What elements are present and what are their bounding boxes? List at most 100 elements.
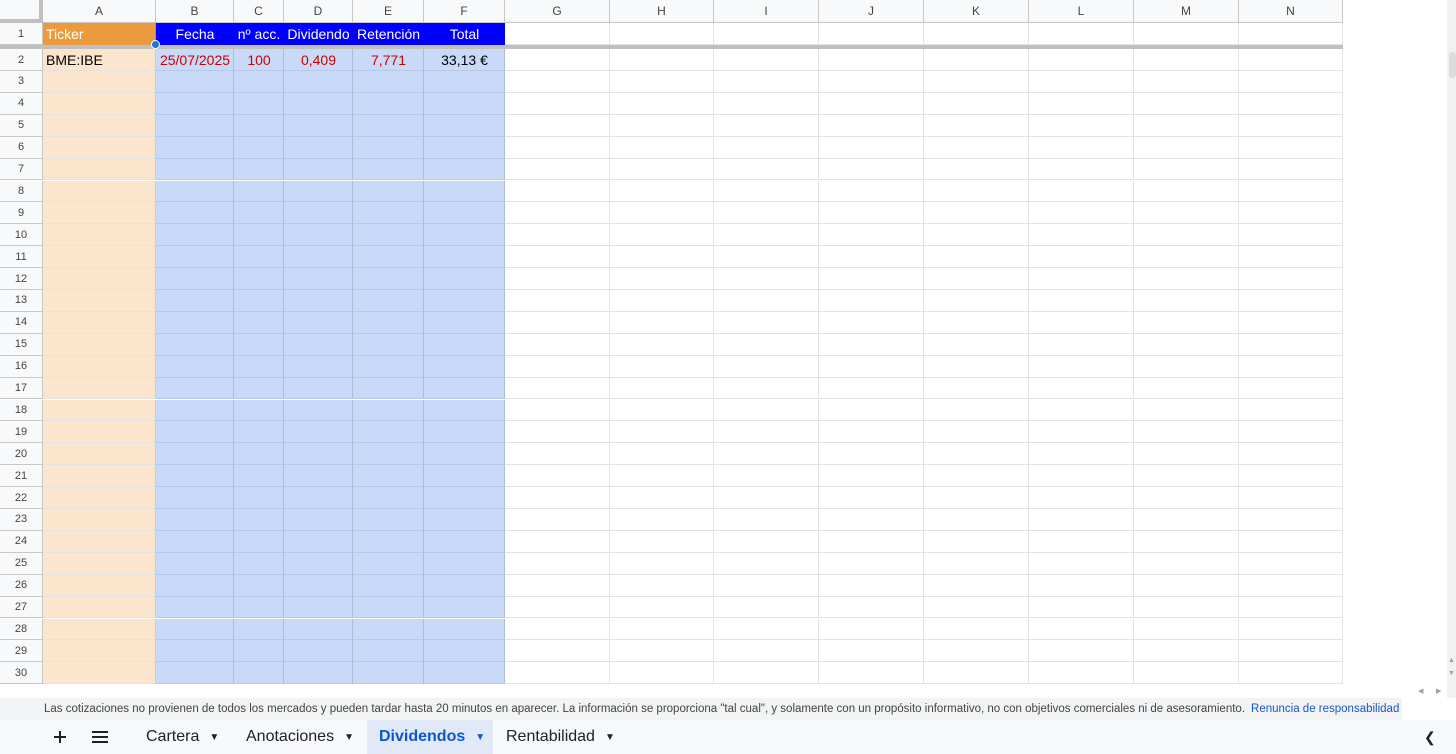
cell-d20[interactable] xyxy=(284,443,353,466)
cell-h27[interactable] xyxy=(610,596,714,619)
cell-e9[interactable] xyxy=(353,202,424,225)
cell-j6[interactable] xyxy=(819,136,924,159)
cell-l19[interactable] xyxy=(1029,421,1134,444)
cell-i9[interactable] xyxy=(714,202,819,225)
cell-k9[interactable] xyxy=(924,202,1029,225)
cell-m27[interactable] xyxy=(1134,596,1239,619)
cell-b20[interactable] xyxy=(156,443,234,466)
row-header-6[interactable]: 6 xyxy=(0,136,43,159)
cell-j29[interactable] xyxy=(819,640,924,663)
cell-c3[interactable] xyxy=(234,71,284,93)
column-header-e[interactable]: E xyxy=(353,0,424,23)
tab-bar-scroll-left[interactable]: ❮ xyxy=(1424,720,1436,754)
cell-h16[interactable] xyxy=(610,355,714,378)
cell-c20[interactable] xyxy=(234,443,284,466)
cell-k20[interactable] xyxy=(924,443,1029,466)
cell-c19[interactable] xyxy=(234,421,284,444)
cell-g25[interactable] xyxy=(505,552,610,575)
cell-l20[interactable] xyxy=(1029,443,1134,466)
cell-n1[interactable] xyxy=(1239,23,1343,45)
cell-d16[interactable] xyxy=(284,355,353,378)
caret-down-icon[interactable]: ▼ xyxy=(605,732,615,743)
cell-n29[interactable] xyxy=(1239,640,1343,663)
cell-a8[interactable] xyxy=(43,180,156,203)
cell-e11[interactable] xyxy=(353,246,424,269)
cell-g10[interactable] xyxy=(505,224,610,247)
cell-l5[interactable] xyxy=(1029,114,1134,137)
cell-k7[interactable] xyxy=(924,158,1029,181)
cell-c30[interactable] xyxy=(234,662,284,685)
column-header-m[interactable]: M xyxy=(1134,0,1239,23)
cell-j28[interactable] xyxy=(819,618,924,641)
cell-l16[interactable] xyxy=(1029,355,1134,378)
cell-l21[interactable] xyxy=(1029,465,1134,488)
row-header-28[interactable]: 28 xyxy=(0,618,43,641)
vertical-scrollbar-thumb[interactable] xyxy=(1449,52,1456,78)
cell-b8[interactable] xyxy=(156,180,234,203)
cell-g11[interactable] xyxy=(505,246,610,269)
cell-f25[interactable] xyxy=(424,552,505,575)
cell-j22[interactable] xyxy=(819,487,924,509)
caret-down-icon[interactable]: ▼ xyxy=(344,732,354,743)
column-header-j[interactable]: J xyxy=(819,0,924,23)
cell-i21[interactable] xyxy=(714,465,819,488)
cell-k13[interactable] xyxy=(924,290,1029,312)
cell-j17[interactable] xyxy=(819,377,924,400)
cell-a22[interactable] xyxy=(43,487,156,509)
row-header-15[interactable]: 15 xyxy=(0,333,43,356)
cell-i7[interactable] xyxy=(714,158,819,181)
cell-h5[interactable] xyxy=(610,114,714,137)
cell-g1[interactable] xyxy=(505,23,610,45)
cell-h25[interactable] xyxy=(610,552,714,575)
cell-h26[interactable] xyxy=(610,574,714,597)
cell-l26[interactable] xyxy=(1029,574,1134,597)
cell-l7[interactable] xyxy=(1029,158,1134,181)
cell-g15[interactable] xyxy=(505,333,610,356)
cell-k21[interactable] xyxy=(924,465,1029,488)
cell-d3[interactable] xyxy=(284,71,353,93)
cell-c10[interactable] xyxy=(234,224,284,247)
cell-l24[interactable] xyxy=(1029,530,1134,553)
cell-b18[interactable] xyxy=(156,399,234,422)
cell-d11[interactable] xyxy=(284,246,353,269)
cell-a1-ticker-header[interactable]: Ticker xyxy=(43,23,156,45)
cell-e26[interactable] xyxy=(353,574,424,597)
row-header-14[interactable]: 14 xyxy=(0,311,43,334)
cell-l4[interactable] xyxy=(1029,92,1134,115)
cell-n22[interactable] xyxy=(1239,487,1343,509)
tab-anotaciones[interactable]: Anotaciones ▼ xyxy=(246,720,354,754)
row-header-12[interactable]: 12 xyxy=(0,268,43,290)
cell-b21[interactable] xyxy=(156,465,234,488)
cell-m30[interactable] xyxy=(1134,662,1239,685)
cell-m11[interactable] xyxy=(1134,246,1239,269)
cell-b10[interactable] xyxy=(156,224,234,247)
cell-g5[interactable] xyxy=(505,114,610,137)
cell-b17[interactable] xyxy=(156,377,234,400)
cell-l25[interactable] xyxy=(1029,552,1134,575)
cell-i10[interactable] xyxy=(714,224,819,247)
cell-d24[interactable] xyxy=(284,530,353,553)
cell-j4[interactable] xyxy=(819,92,924,115)
cell-f28[interactable] xyxy=(424,618,505,641)
cell-l27[interactable] xyxy=(1029,596,1134,619)
cell-h28[interactable] xyxy=(610,618,714,641)
row-header-22[interactable]: 22 xyxy=(0,487,43,509)
cell-b5[interactable] xyxy=(156,114,234,137)
cell-a9[interactable] xyxy=(43,202,156,225)
row-header-16[interactable]: 16 xyxy=(0,355,43,378)
cell-g9[interactable] xyxy=(505,202,610,225)
cell-b19[interactable] xyxy=(156,421,234,444)
cell-n16[interactable] xyxy=(1239,355,1343,378)
select-all-corner[interactable] xyxy=(0,0,43,23)
tab-cartera[interactable]: Cartera ▼ xyxy=(146,720,219,754)
cell-g17[interactable] xyxy=(505,377,610,400)
cell-g16[interactable] xyxy=(505,355,610,378)
row-header-3[interactable]: 3 xyxy=(0,71,43,93)
cell-d14[interactable] xyxy=(284,311,353,334)
cell-i16[interactable] xyxy=(714,355,819,378)
cell-k12[interactable] xyxy=(924,268,1029,290)
cell-j7[interactable] xyxy=(819,158,924,181)
cell-g21[interactable] xyxy=(505,465,610,488)
row-header-4[interactable]: 4 xyxy=(0,92,43,115)
cell-f2-total[interactable]: 33,13 € xyxy=(424,49,505,71)
